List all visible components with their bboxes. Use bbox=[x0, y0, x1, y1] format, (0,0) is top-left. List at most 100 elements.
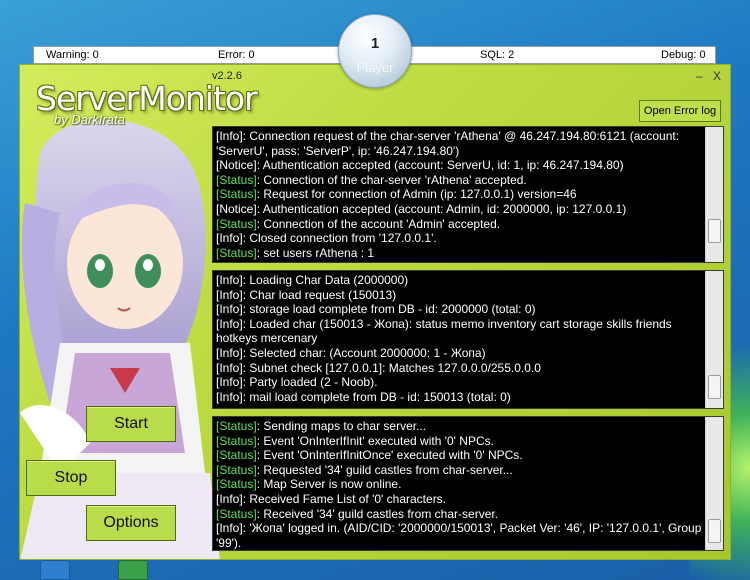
player-count: 1 bbox=[370, 35, 380, 52]
log-tag: [Status] bbox=[216, 419, 257, 433]
log-line: [Info]: Char load request (150013) bbox=[216, 288, 703, 303]
console-lines: [Info]: Loading Char Data (2000000) [Inf… bbox=[216, 273, 703, 404]
log-text: : Received Fame List of '0' characters. bbox=[242, 491, 447, 506]
taskbar-app-icon[interactable] bbox=[118, 560, 148, 580]
log-text: : Loaded char (150013 - Жопа): status me… bbox=[216, 316, 672, 346]
log-text: : Sending maps to char server... bbox=[256, 419, 427, 433]
log-line: [Info]: Loaded char (150013 - Жопа): sta… bbox=[216, 317, 703, 346]
log-line: [Info]: Subnet check [127.0.0.1]: Matche… bbox=[216, 361, 703, 376]
log-text: : Closed connection from '127.0.0.1'. bbox=[242, 231, 437, 246]
log-line: [Status]: Requested '34' guild castles f… bbox=[216, 463, 703, 478]
log-tag: [Info] bbox=[216, 375, 243, 390]
log-line: [Status]: Event 'OnInterIfInit' executed… bbox=[216, 434, 703, 449]
log-tag: [Status] bbox=[216, 477, 257, 492]
log-text: : Connection of the account 'Admin' acce… bbox=[256, 216, 501, 231]
log-line: [Status]: Connection of the account 'Adm… bbox=[216, 217, 703, 232]
log-tag: [Status] bbox=[216, 506, 257, 521]
log-tag: [Status] bbox=[216, 462, 257, 477]
console-lines: [Status]: Sending maps to char server...… bbox=[216, 419, 703, 550]
console-scrollbar[interactable] bbox=[705, 271, 723, 408]
log-text: : Subnet check [127.0.0.1]: Matches 127.… bbox=[242, 360, 541, 375]
log-line: [Notice]: Authentication accepted (accou… bbox=[216, 202, 703, 217]
log-tag: [Info] bbox=[216, 360, 243, 375]
log-line: [Info]: Loading Char Data (2000000) bbox=[216, 273, 703, 288]
log-text: : Received '34' guild castles from char-… bbox=[256, 506, 499, 521]
log-text: : storage load complete from DB - id: 20… bbox=[242, 302, 536, 317]
log-line: [Info]: Party loaded (2 - Noob). bbox=[216, 375, 703, 390]
log-text: : Char load request (150013) bbox=[242, 287, 397, 302]
log-tag: [Notice] bbox=[216, 158, 257, 173]
console-char-server[interactable]: [Info]: Loading Char Data (2000000) [Inf… bbox=[212, 270, 724, 409]
log-tag: [Notice] bbox=[216, 201, 257, 216]
log-line: [Info]: storage load complete from DB - … bbox=[216, 302, 703, 317]
log-text: : Map Server is now online. bbox=[256, 477, 402, 492]
log-text: : mail load complete from DB - id: 15001… bbox=[242, 389, 511, 404]
player-count-bubble: 1 Player bbox=[338, 14, 412, 88]
stop-button[interactable]: Stop bbox=[26, 460, 116, 496]
scrollbar-thumb[interactable] bbox=[708, 375, 721, 399]
log-line: [Info]: 'Жопа' logged in. (AID/CID: '200… bbox=[216, 521, 703, 550]
warning-count: Warning: 0 bbox=[46, 49, 99, 61]
console-lines: [Info]: Connection request of the char-s… bbox=[216, 129, 703, 260]
log-tag: [Info] bbox=[216, 389, 243, 404]
log-tag: [Info] bbox=[216, 316, 243, 331]
debug-count: Debug: 0 bbox=[661, 49, 706, 61]
log-line: [Info]: Connection request of the char-s… bbox=[216, 129, 703, 158]
log-tag: [Status] bbox=[216, 216, 257, 231]
app-byline: by DarkIrata bbox=[54, 112, 125, 127]
server-monitor-window: v2.2.6 – X ServerMonitor by DarkIrata Op… bbox=[19, 64, 731, 560]
log-tag: [Status] bbox=[216, 448, 257, 463]
log-line: [Status]: Event 'OnInterIfInitOnce' exec… bbox=[216, 448, 703, 463]
log-tag: [Info] bbox=[216, 345, 243, 360]
log-tag: [Info] bbox=[216, 491, 243, 506]
log-tag: [Status] bbox=[216, 172, 257, 187]
player-label: Player bbox=[356, 60, 394, 75]
log-tag: [Info] bbox=[216, 302, 243, 317]
taskbar-browser-icon[interactable] bbox=[40, 560, 70, 580]
log-line: [Status]: set users rAthena : 1 bbox=[216, 246, 703, 261]
log-tag: [Info] bbox=[216, 287, 243, 302]
log-text: : Selected char: (Account 2000000: 1 - Ж… bbox=[242, 345, 486, 360]
scrollbar-thumb[interactable] bbox=[708, 519, 721, 543]
log-line: [Info]: Closed connection from '127.0.0.… bbox=[216, 231, 703, 246]
log-tag: [Info] bbox=[216, 231, 243, 246]
log-text: : Authentication accepted (account: Serv… bbox=[256, 158, 624, 173]
log-text: : Requested '34' guild castles from char… bbox=[256, 462, 513, 477]
log-line: [Status]: Connection of the char-server … bbox=[216, 173, 703, 188]
log-line: [Info]: Received Fame List of '0' charac… bbox=[216, 492, 703, 507]
error-count: Error: 0 bbox=[218, 49, 255, 61]
log-text: : Connection of the char-server 'rAthena… bbox=[256, 172, 527, 187]
log-text: : 'Жопа' logged in. (AID/CID: '2000000/1… bbox=[216, 521, 702, 550]
log-text: : Request for connection of Admin (ip: 1… bbox=[256, 187, 577, 202]
log-text: : Party loaded (2 - Noob). bbox=[242, 375, 378, 390]
start-button[interactable]: Start bbox=[86, 406, 176, 442]
log-line: [Info]: Selected char: (Account 2000000:… bbox=[216, 346, 703, 361]
log-tag: [Info] bbox=[216, 521, 243, 536]
options-button[interactable]: Options bbox=[86, 505, 176, 541]
log-text: : Connection request of the char-server … bbox=[216, 129, 680, 158]
log-line: [Status]: Request for connection of Admi… bbox=[216, 187, 703, 202]
log-text: : Event 'OnInterIfInitOnce' executed wit… bbox=[256, 448, 523, 463]
log-tag: [Status] bbox=[216, 433, 257, 448]
log-text: : Authentication accepted (account: Admi… bbox=[256, 201, 627, 216]
minimize-button[interactable]: – bbox=[696, 69, 703, 83]
console-map-server[interactable]: [Status]: Sending maps to char server...… bbox=[212, 416, 724, 551]
open-error-log-button[interactable]: Open Error log bbox=[639, 100, 721, 122]
log-tag: [Info] bbox=[216, 129, 243, 143]
console-scrollbar[interactable] bbox=[705, 417, 723, 550]
log-line: [Notice]: Authentication accepted (accou… bbox=[216, 158, 703, 173]
log-tag: [Status] bbox=[216, 245, 257, 260]
log-line: [Status]: Map Server is now online. bbox=[216, 477, 703, 492]
log-text: : Loading Char Data (2000000) bbox=[242, 273, 409, 287]
log-line: [Status]: Received '34' guild castles fr… bbox=[216, 507, 703, 522]
console-scrollbar[interactable] bbox=[705, 127, 723, 262]
close-button[interactable]: X bbox=[713, 69, 721, 83]
log-text: : set users rAthena : 1 bbox=[256, 245, 375, 260]
sql-count: SQL: 2 bbox=[480, 49, 515, 61]
log-tag: [Info] bbox=[216, 273, 243, 287]
scrollbar-thumb[interactable] bbox=[708, 219, 721, 243]
console-login-server[interactable]: [Info]: Connection request of the char-s… bbox=[212, 126, 724, 263]
log-line: [Status]: Sending maps to char server... bbox=[216, 419, 703, 434]
log-tag: [Status] bbox=[216, 187, 257, 202]
log-line: [Info]: mail load complete from DB - id:… bbox=[216, 390, 703, 405]
